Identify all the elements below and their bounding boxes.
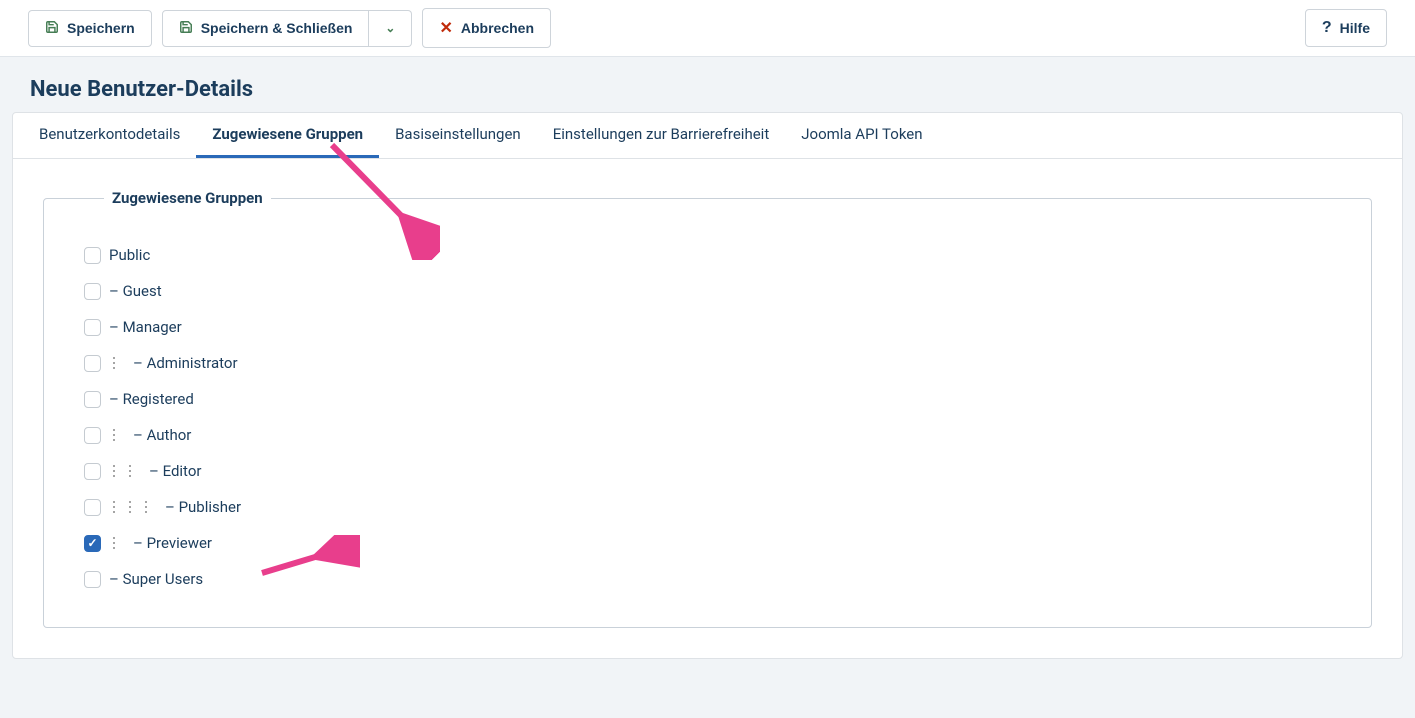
save-button[interactable]: Speichern: [28, 10, 152, 47]
group-item: – Previewer: [84, 525, 1331, 561]
group-label: – Author: [133, 426, 191, 444]
group-label: – Registered: [109, 390, 194, 408]
group-item: – Editor: [84, 453, 1331, 489]
group-checkbox[interactable]: [84, 499, 101, 516]
tab-4[interactable]: Joomla API Token: [785, 113, 938, 158]
group-item: – Super Users: [84, 561, 1331, 597]
tree-indent: [109, 465, 141, 477]
group-checkbox[interactable]: [84, 535, 101, 552]
cancel-button[interactable]: ✕ Abbrechen: [422, 8, 551, 48]
tab-content: Zugewiesene Gruppen Public – Guest – Manag…: [13, 159, 1402, 658]
tab-0[interactable]: Benutzerkontodetails: [23, 113, 196, 158]
save-close-group: Speichern & Schließen ⌄: [162, 10, 413, 47]
group-item: – Administrator: [84, 345, 1331, 381]
group-checkbox[interactable]: [84, 571, 101, 588]
group-checkbox[interactable]: [84, 319, 101, 336]
group-checkbox[interactable]: [84, 463, 101, 480]
tree-indent: [109, 429, 125, 441]
cancel-label: Abbrechen: [461, 20, 534, 36]
save-close-button[interactable]: Speichern & Schließen: [162, 10, 370, 47]
group-label: Public: [109, 246, 150, 264]
content-area: BenutzerkontodetailsZugewiesene GruppenB…: [12, 112, 1403, 659]
tree-indent: [109, 537, 125, 549]
help-button[interactable]: ? Hilfe: [1305, 9, 1387, 47]
save-icon: [179, 20, 193, 37]
tree-indent: [109, 357, 125, 369]
tree-indent: [109, 501, 157, 513]
group-item: – Manager: [84, 309, 1331, 345]
group-label: – Super Users: [109, 570, 203, 588]
group-item: – Publisher: [84, 489, 1331, 525]
save-dropdown-toggle[interactable]: ⌄: [369, 10, 412, 47]
tab-1[interactable]: Zugewiesene Gruppen: [196, 113, 379, 158]
help-label: Hilfe: [1340, 20, 1370, 36]
group-label: – Editor: [149, 462, 201, 480]
tab-3[interactable]: Einstellungen zur Barrierefreiheit: [537, 113, 786, 158]
toolbar: Speichern Speichern & Schließen ⌄ ✕ Abbr…: [0, 0, 1415, 57]
group-item: Public: [84, 237, 1331, 273]
chevron-down-icon: ⌄: [385, 21, 395, 35]
group-checkbox[interactable]: [84, 391, 101, 408]
save-label: Speichern: [67, 20, 135, 36]
tab-2[interactable]: Basiseinstellungen: [379, 113, 537, 158]
help-icon: ?: [1322, 19, 1332, 37]
group-item: – Author: [84, 417, 1331, 453]
save-close-label: Speichern & Schließen: [201, 20, 353, 36]
close-icon: ✕: [439, 18, 452, 38]
group-list: Public – Guest – Manager – Administrator – R…: [84, 237, 1331, 597]
group-label: – Publisher: [165, 498, 241, 516]
group-checkbox[interactable]: [84, 355, 101, 372]
group-checkbox[interactable]: [84, 283, 101, 300]
page-title: Neue Benutzer-Details: [0, 57, 1415, 112]
group-label: – Administrator: [133, 354, 238, 372]
save-icon: [45, 20, 59, 37]
groups-legend: Zugewiesene Gruppen: [104, 189, 271, 207]
group-item: – Registered: [84, 381, 1331, 417]
groups-fieldset: Zugewiesene Gruppen Public – Guest – Manag…: [43, 189, 1372, 628]
group-label: – Previewer: [133, 534, 212, 552]
group-label: – Guest: [109, 282, 162, 300]
group-checkbox[interactable]: [84, 247, 101, 264]
group-checkbox[interactable]: [84, 427, 101, 444]
group-label: – Manager: [109, 318, 182, 336]
tabs: BenutzerkontodetailsZugewiesene GruppenB…: [13, 113, 1402, 159]
group-item: – Guest: [84, 273, 1331, 309]
